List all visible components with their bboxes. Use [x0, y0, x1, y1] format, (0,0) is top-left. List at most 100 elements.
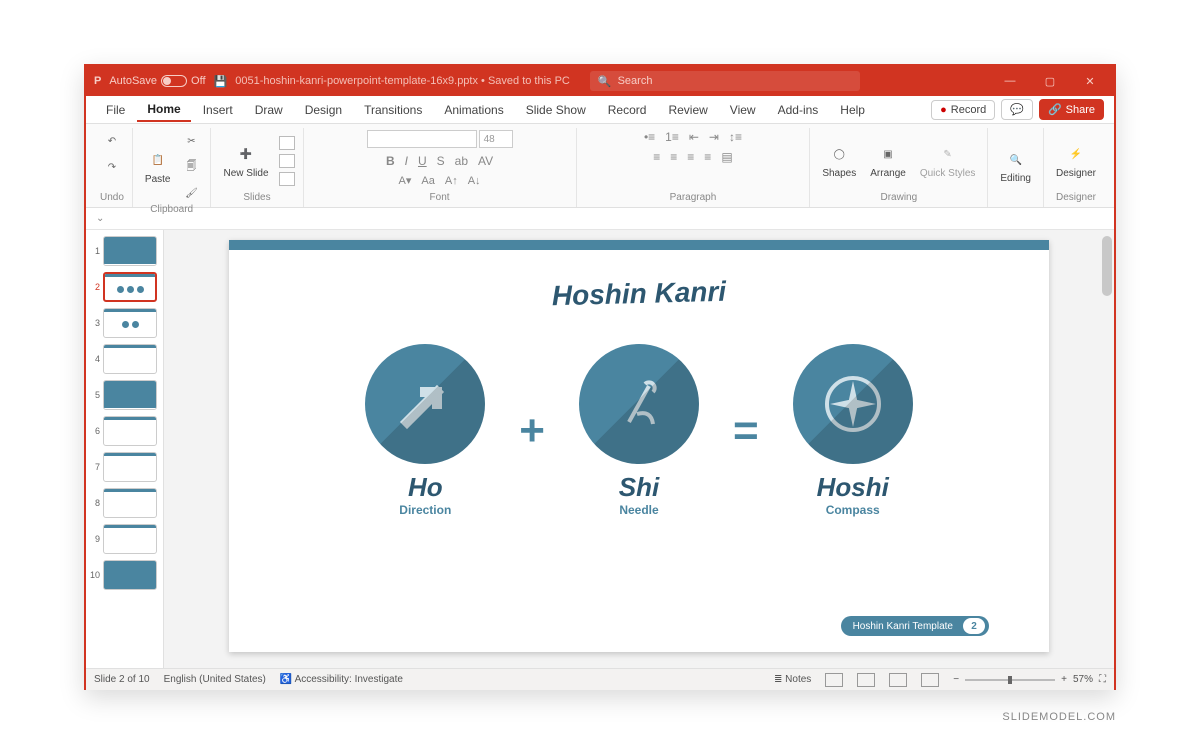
align-center-button[interactable]: ≡: [670, 150, 677, 164]
status-lang[interactable]: English (United States): [164, 674, 266, 685]
font-family-select[interactable]: [367, 130, 477, 148]
arrange-button[interactable]: ▣Arrange: [866, 142, 910, 181]
status-slide-count[interactable]: Slide 2 of 10: [94, 674, 150, 685]
shapes-button[interactable]: ◯Shapes: [818, 142, 860, 181]
zoom-control[interactable]: − + 57% ⛶: [953, 674, 1106, 685]
designer-button[interactable]: ⚡Designer: [1052, 142, 1100, 181]
paste-button[interactable]: 📋 Paste: [141, 148, 175, 187]
arrow-icon: [395, 374, 455, 434]
shadow-button[interactable]: ab: [455, 154, 468, 168]
reset-icon[interactable]: [279, 154, 295, 168]
thumb-8[interactable]: [103, 488, 157, 518]
quick-access: ⌄: [86, 208, 1114, 230]
tab-view[interactable]: View: [720, 99, 766, 121]
tab-design[interactable]: Design: [295, 99, 352, 121]
align-left-button[interactable]: ≡: [653, 150, 660, 164]
thumb-10[interactable]: [103, 560, 157, 590]
share-button[interactable]: 🔗 Share: [1039, 99, 1104, 120]
sub-compass: Compass: [826, 503, 880, 517]
minimize-button[interactable]: —: [994, 75, 1026, 87]
tab-transitions[interactable]: Transitions: [354, 99, 432, 121]
thumb-6[interactable]: [103, 416, 157, 446]
redo-icon[interactable]: ↷: [101, 156, 123, 178]
search-box[interactable]: 🔍 Search: [590, 71, 860, 91]
indent-inc-button[interactable]: ⇥: [709, 130, 719, 144]
tab-record[interactable]: Record: [598, 99, 657, 121]
comments-button[interactable]: 💬: [1001, 99, 1033, 120]
undo-icon[interactable]: ↶: [101, 130, 123, 152]
zoom-out[interactable]: −: [953, 674, 959, 685]
toggle-icon: [161, 75, 187, 87]
group-designer: ⚡Designer Designer: [1044, 128, 1108, 207]
bold-button[interactable]: B: [386, 154, 395, 168]
numbering-button[interactable]: 1≡: [665, 130, 679, 144]
footer-label: Hoshin Kanri Template: [853, 621, 953, 632]
strike-button[interactable]: S: [437, 154, 445, 168]
char-spacing-button[interactable]: AV: [478, 154, 493, 168]
fit-to-window[interactable]: ⛶: [1099, 674, 1106, 685]
new-slide-button[interactable]: ➕ New Slide: [219, 142, 272, 181]
zoom-slider[interactable]: [965, 679, 1055, 681]
qat-dropdown[interactable]: ⌄: [96, 213, 104, 224]
italic-button[interactable]: I: [405, 154, 408, 168]
copy-icon[interactable]: 🗐: [180, 156, 202, 178]
statusbar: Slide 2 of 10 English (United States) ♿ …: [86, 668, 1114, 690]
record-button[interactable]: ●Record: [931, 100, 995, 120]
thumb-5[interactable]: [103, 380, 157, 410]
thumb-2[interactable]: [103, 272, 157, 302]
slide-main[interactable]: Hoshin Kanri Ho Direction + Sh: [229, 240, 1049, 652]
align-right-button[interactable]: ≡: [687, 150, 694, 164]
close-button[interactable]: ✕: [1074, 75, 1106, 88]
view-slideshow[interactable]: [921, 673, 939, 687]
tab-animations[interactable]: Animations: [434, 99, 513, 121]
indent-dec-button[interactable]: ⇤: [689, 130, 699, 144]
slide-accent-bar: [229, 240, 1049, 250]
tab-addins[interactable]: Add-ins: [768, 99, 829, 121]
view-normal[interactable]: [825, 673, 843, 687]
tab-help[interactable]: Help: [830, 99, 875, 121]
zoom-in[interactable]: +: [1061, 674, 1067, 685]
canvas[interactable]: Hoshin Kanri Ho Direction + Sh: [164, 230, 1114, 668]
maximize-button[interactable]: ▢: [1034, 75, 1066, 88]
thumb-3[interactable]: [103, 308, 157, 338]
save-icon[interactable]: 💾: [214, 75, 228, 88]
font-size-select[interactable]: 48: [479, 130, 513, 148]
label-shi: Shi: [619, 472, 659, 503]
scrollbar-vertical[interactable]: [1102, 236, 1112, 296]
shrink-font-button[interactable]: A↓: [468, 175, 481, 187]
tab-file[interactable]: File: [96, 99, 135, 121]
view-sorter[interactable]: [857, 673, 875, 687]
grow-font-button[interactable]: A↑: [445, 175, 458, 187]
circle-direction: [365, 344, 485, 464]
layout-icon[interactable]: [279, 136, 295, 150]
line-spacing-button[interactable]: ↕≡: [729, 130, 742, 144]
tab-review[interactable]: Review: [658, 99, 717, 121]
format-painter-icon[interactable]: 🖌: [180, 182, 202, 204]
cut-icon[interactable]: ✂: [180, 130, 202, 152]
bullets-button[interactable]: •≡: [644, 130, 655, 144]
font-color-button[interactable]: A▾: [399, 174, 412, 187]
group-slides: ➕ New Slide Slides: [211, 128, 303, 207]
tab-draw[interactable]: Draw: [245, 99, 293, 121]
case-button[interactable]: Aa: [421, 175, 434, 187]
thumb-9[interactable]: [103, 524, 157, 554]
quick-styles-button[interactable]: ✎Quick Styles: [916, 142, 980, 181]
zoom-pct: 57%: [1073, 674, 1093, 685]
section-icon[interactable]: [279, 172, 295, 186]
justify-button[interactable]: ≡: [704, 150, 711, 164]
thumb-1[interactable]: [103, 236, 157, 266]
columns-button[interactable]: ▤: [721, 150, 732, 164]
tab-slideshow[interactable]: Slide Show: [516, 99, 596, 121]
editing-button[interactable]: 🔍Editing: [996, 147, 1035, 186]
quick-styles-icon: ✎: [937, 144, 959, 166]
thumb-4[interactable]: [103, 344, 157, 374]
autosave-toggle[interactable]: AutoSave Off: [109, 75, 205, 87]
watermark: SLIDEMODEL.COM: [1002, 711, 1116, 723]
status-accessibility[interactable]: ♿ Accessibility: Investigate: [280, 674, 403, 685]
tab-insert[interactable]: Insert: [193, 99, 243, 121]
tab-home[interactable]: Home: [137, 98, 190, 122]
notes-toggle[interactable]: ≣ Notes: [774, 674, 811, 685]
thumb-7[interactable]: [103, 452, 157, 482]
view-reading[interactable]: [889, 673, 907, 687]
underline-button[interactable]: U: [418, 154, 427, 168]
